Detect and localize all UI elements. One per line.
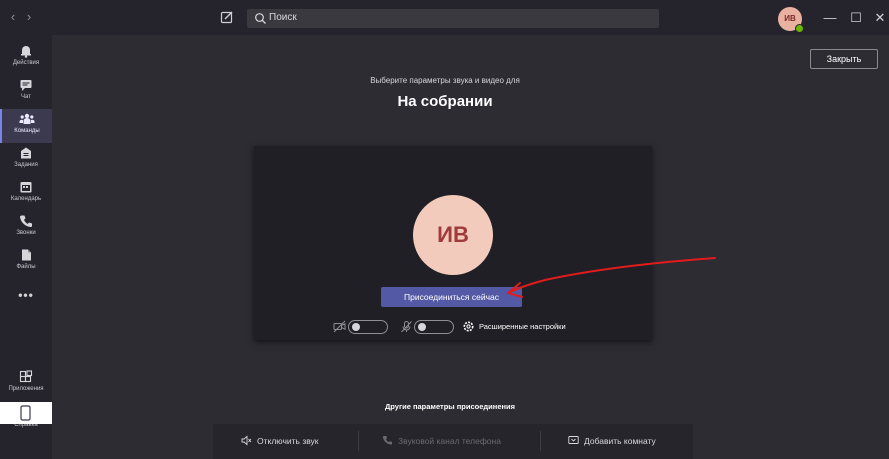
microphone-toggle[interactable] — [414, 320, 454, 334]
rail-item-calendar[interactable]: Календарь — [0, 177, 52, 211]
rail-item-chat[interactable]: Чат — [0, 75, 52, 109]
rail-item-files[interactable]: Файлы — [0, 245, 52, 279]
assignments-icon — [21, 147, 31, 159]
maximize-button[interactable]: ☐ — [846, 8, 866, 28]
option-label: Отключить звук — [257, 436, 319, 446]
rail-label: Команды — [14, 128, 40, 134]
search-placeholder: Поиск — [269, 12, 297, 23]
apps-icon — [19, 370, 33, 383]
rail-item-activity[interactable]: Действия — [0, 41, 52, 75]
divider — [358, 431, 359, 451]
bell-icon — [21, 46, 31, 58]
rail-label: Календарь — [10, 196, 42, 202]
mic-off-icon — [401, 321, 412, 333]
rail-label: Файлы — [16, 264, 36, 270]
cast-icon — [568, 436, 579, 444]
files-icon — [22, 249, 31, 261]
advanced-settings-link[interactable]: Расширенные настройки — [479, 322, 566, 331]
minimize-button[interactable]: — — [820, 8, 840, 28]
window-close-button[interactable]: ✕ — [870, 8, 889, 28]
rail-item-teams[interactable]: Команды — [0, 109, 52, 143]
chat-icon — [20, 80, 32, 91]
rail-label: Задания — [14, 162, 38, 168]
teams-icon — [19, 113, 35, 124]
rail-item-apps[interactable]: Приложения — [0, 367, 52, 401]
join-now-button[interactable]: Присоединиться сейчас — [381, 287, 522, 307]
phone-icon — [382, 436, 392, 445]
close-button[interactable]: Закрыть — [810, 49, 878, 69]
toggle-knob — [418, 323, 426, 331]
search-input[interactable]: Поиск — [247, 9, 659, 28]
search-icon — [255, 13, 266, 24]
device-icon — [20, 405, 31, 421]
calendar-icon — [20, 182, 32, 193]
speaker-off-icon — [241, 435, 252, 446]
user-avatar: ИВ — [413, 195, 493, 275]
forward-button[interactable]: › — [22, 10, 36, 24]
rail-label: Приложения — [8, 386, 44, 392]
presence-available-icon — [795, 24, 804, 33]
device-panel[interactable] — [0, 402, 52, 424]
camera-off-icon — [333, 320, 346, 333]
phone-icon — [20, 215, 32, 227]
back-button[interactable]: ‹ — [6, 10, 20, 24]
option-label: Добавить комнату — [584, 436, 656, 446]
more-apps-button[interactable]: ••• — [0, 288, 52, 302]
prejoin-subtitle: Выберите параметры звука и видео для — [370, 76, 520, 85]
toggle-knob — [352, 323, 360, 331]
gear-icon[interactable] — [462, 320, 475, 333]
rail-label: Чат — [21, 94, 31, 100]
rail-item-calls[interactable]: Звонки — [0, 211, 52, 245]
rail-item-assignments[interactable]: Задания — [0, 143, 52, 177]
rail-label: Звонки — [16, 230, 36, 236]
other-options-title: Другие параметры присоединения — [384, 402, 516, 411]
compose-icon[interactable] — [220, 10, 234, 24]
option-label: Звуковой канал телефона — [398, 436, 501, 446]
divider — [540, 431, 541, 451]
meeting-title: На собрании — [397, 93, 493, 110]
rail-label: Действия — [12, 60, 40, 66]
camera-toggle[interactable] — [348, 320, 388, 334]
